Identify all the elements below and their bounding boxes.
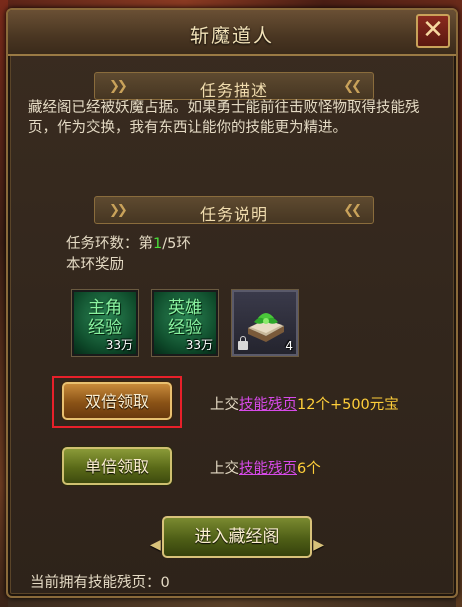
task-explanation-header: ❯❯ 任务说明 ❮❮	[94, 196, 374, 224]
reward-companion-exp-icon[interactable]: 英雄 经验 33万	[152, 290, 218, 356]
reward-hero-exp-icon[interactable]: 主角 经验 33万	[72, 290, 138, 356]
cost-quantity: 6个	[297, 461, 321, 477]
owned-fragments-status: 当前拥有技能残页：0	[30, 575, 170, 591]
wing-right-icon: ▶	[313, 537, 324, 553]
task-explanation-title: 任务说明	[199, 205, 268, 224]
ornament-right-icon: ❮❮	[343, 79, 362, 94]
green-book-icon	[248, 313, 284, 342]
single-claim-cost: 上交技能残页6个	[210, 457, 321, 478]
lock-icon	[238, 336, 248, 350]
window-title: 斩魔道人	[189, 25, 274, 47]
rounds-current: 1	[153, 236, 163, 252]
reward-count: 33万	[185, 338, 213, 352]
task-description-header: ❯❯ 任务描述 ❮❮	[94, 72, 374, 100]
double-claim-cost: 上交技能残页12个+500元宝	[210, 393, 399, 414]
rounds-suffix: /5环	[162, 236, 191, 252]
reward-label: 本环奖励	[66, 257, 124, 273]
single-claim-button[interactable]: 单倍领取	[62, 447, 172, 485]
enter-library-label: 进入藏经阁	[194, 527, 280, 547]
rounds-prefix: 任务环数：第	[66, 236, 153, 252]
task-description-text: 藏经阁已经被妖魔占据。如果勇士能前往击败怪物取得技能残页，作为交换，我有东西让能…	[28, 100, 420, 136]
reward-name-line2: 经验	[88, 318, 122, 338]
reward-name-line1: 英雄	[168, 298, 202, 318]
cost-prefix: 上交	[210, 397, 239, 413]
npc-dialog-window: 斩魔道人 ✕ ❯❯ 任务描述 ❮❮ 藏经阁已经被妖魔占据。如果勇士能前往击败怪物…	[6, 8, 458, 598]
ornament-right-icon: ❮❮	[343, 203, 362, 218]
reward-name: 英雄 经验	[154, 298, 216, 338]
enter-library-button[interactable]: ◀ 进入藏经阁 ▶	[150, 516, 324, 558]
title-bar: 斩魔道人 ✕	[8, 10, 456, 56]
cost-prefix: 上交	[210, 461, 239, 477]
skill-fragment-link[interactable]: 技能残页	[239, 461, 297, 477]
wing-left-icon: ◀	[150, 537, 161, 553]
reward-count: 33万	[105, 338, 133, 352]
task-rounds: 任务环数：第1/5环	[66, 232, 191, 253]
close-icon[interactable]: ✕	[416, 14, 450, 48]
reward-count: 4	[285, 339, 293, 353]
cost-quantity: 12个+500元宝	[297, 397, 399, 413]
double-claim-button[interactable]: 双倍领取	[62, 382, 172, 420]
reward-book-item[interactable]: 4	[232, 290, 298, 356]
reward-name-line1: 主角	[88, 298, 122, 318]
skill-fragment-link[interactable]: 技能残页	[239, 397, 297, 413]
reward-name-line2: 经验	[168, 318, 202, 338]
reward-name: 主角 经验	[74, 298, 136, 338]
